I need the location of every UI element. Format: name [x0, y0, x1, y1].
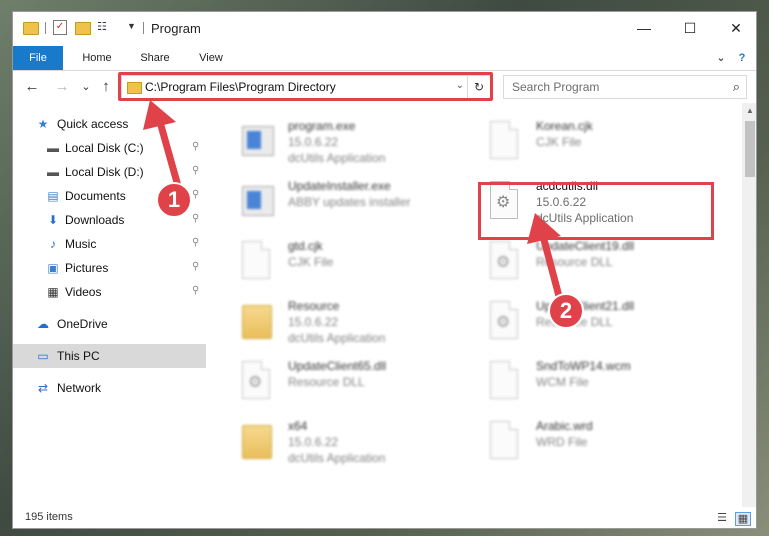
- arrow-two-shaft: [539, 232, 564, 304]
- arrow-one-head: [143, 100, 176, 130]
- callout-badge-one: 1: [156, 182, 192, 218]
- arrow-one-shaft: [156, 118, 182, 190]
- arrow-two-head: [527, 213, 561, 244]
- callout-badge-two: 2: [548, 293, 584, 329]
- annotation-arrows: [143, 100, 564, 304]
